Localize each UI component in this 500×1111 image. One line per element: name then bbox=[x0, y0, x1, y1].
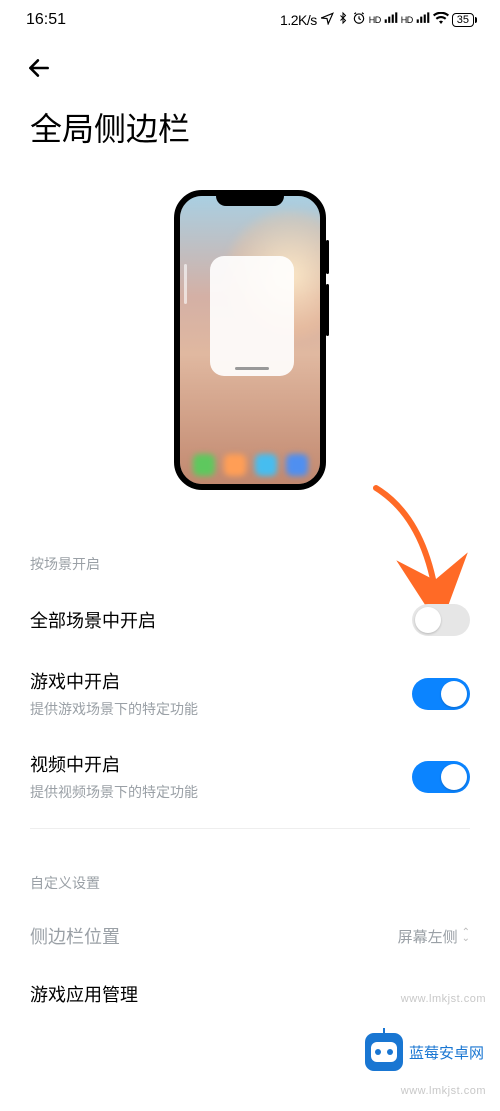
source-badge-text: 蓝莓安卓网 bbox=[409, 1042, 484, 1063]
updown-icon: ⌃⌄ bbox=[462, 930, 470, 942]
nav-bar bbox=[0, 40, 500, 96]
signal-icon-2 bbox=[416, 11, 430, 29]
title-row: 全局侧边栏 bbox=[0, 96, 500, 170]
setting-title: 视频中开启 bbox=[30, 751, 198, 777]
alarm-icon bbox=[352, 11, 366, 30]
status-time: 16:51 bbox=[26, 11, 66, 29]
setting-sub: 提供游戏场景下的特定功能 bbox=[30, 699, 198, 719]
toggle-all-scenes[interactable] bbox=[412, 604, 470, 636]
back-icon[interactable] bbox=[26, 55, 52, 81]
status-right: 1.2K/s HD HD 35 bbox=[280, 11, 474, 30]
wifi-icon bbox=[433, 11, 449, 29]
setting-title: 游戏应用管理 bbox=[30, 981, 138, 1007]
page-title: 全局侧边栏 bbox=[30, 104, 470, 150]
divider bbox=[30, 828, 470, 829]
setting-value: 屏幕左侧 ⌃⌄ bbox=[398, 926, 470, 947]
android-icon bbox=[365, 1033, 403, 1071]
setting-title: 游戏中开启 bbox=[30, 668, 198, 694]
setting-sidebar-position[interactable]: 侧边栏位置 屏幕左侧 ⌃⌄ bbox=[0, 907, 500, 965]
bluetooth-icon bbox=[337, 11, 349, 30]
watermark-url: www.lmkjst.com bbox=[401, 993, 486, 1005]
watermark-url-2: www.lmkjst.com bbox=[401, 1085, 486, 1097]
setting-game[interactable]: 游戏中开启 提供游戏场景下的特定功能 bbox=[0, 652, 500, 735]
toggle-video[interactable] bbox=[412, 761, 470, 793]
section-label-custom: 自定义设置 bbox=[0, 839, 500, 907]
hd-indicator-2: HD bbox=[401, 16, 413, 25]
hd-indicator-1: HD bbox=[369, 16, 381, 25]
signal-icon-1 bbox=[384, 11, 398, 29]
setting-title: 侧边栏位置 bbox=[30, 923, 120, 949]
toggle-game[interactable] bbox=[412, 678, 470, 710]
status-bar: 16:51 1.2K/s HD HD 35 bbox=[0, 0, 500, 40]
phone-mock bbox=[174, 190, 326, 490]
nav-icon bbox=[320, 11, 334, 30]
setting-all-scenes[interactable]: 全部场景中开启 bbox=[0, 588, 500, 652]
setting-sub: 提供视频场景下的特定功能 bbox=[30, 782, 198, 802]
section-label-scenes: 按场景开启 bbox=[0, 520, 500, 588]
source-badge: 蓝莓安卓网 bbox=[365, 1033, 484, 1071]
battery-icon: 35 bbox=[452, 13, 474, 27]
setting-video[interactable]: 视频中开启 提供视频场景下的特定功能 bbox=[0, 735, 500, 818]
setting-title: 全部场景中开启 bbox=[30, 607, 156, 633]
network-speed: 1.2K/s bbox=[280, 12, 317, 28]
preview-illustration bbox=[0, 170, 500, 520]
